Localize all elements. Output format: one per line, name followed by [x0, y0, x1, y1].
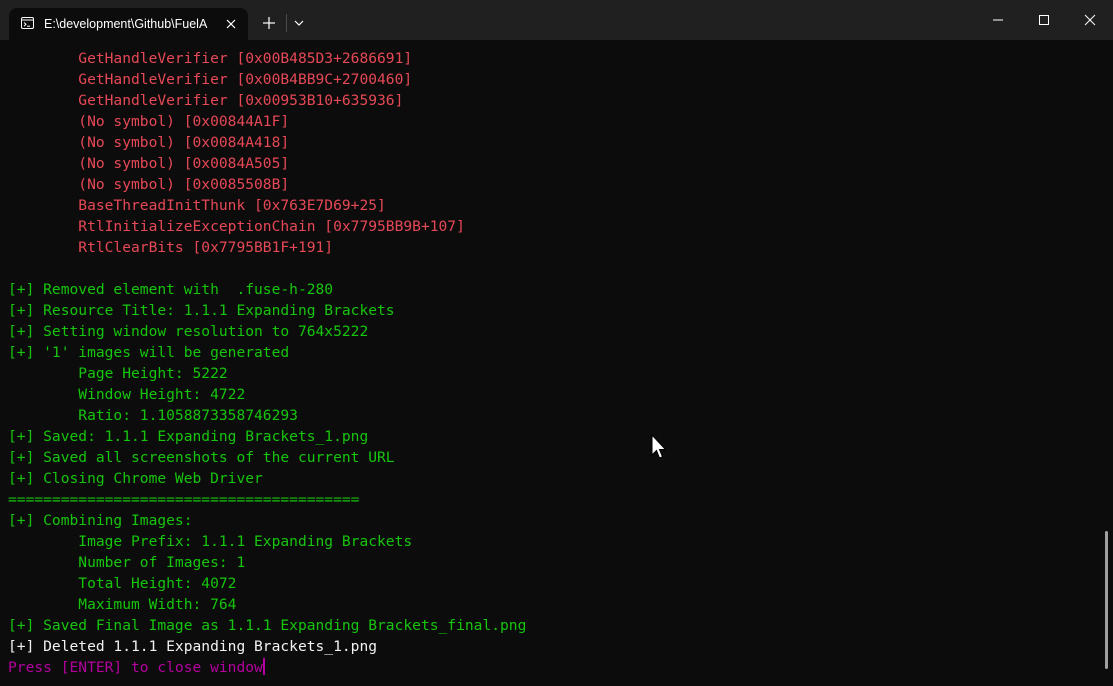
- terminal-line: [+] Resource Title: 1.1.1 Expanding Brac…: [8, 300, 1104, 321]
- minimize-icon: [993, 19, 1003, 21]
- terminal-line-text: [+] Combining Images:: [8, 512, 193, 529]
- terminal-line: [+] Closing Chrome Web Driver: [8, 468, 1104, 489]
- terminal-line-text: GetHandleVerifier [0x00953B10+635936]: [8, 92, 404, 109]
- terminal-output[interactable]: GetHandleVerifier [0x00B485D3+2686691] G…: [0, 40, 1104, 686]
- terminal-line-text: (No symbol) [0x0084A505]: [8, 155, 290, 172]
- terminal-line: Ratio: 1.1058873358746293: [8, 405, 1104, 426]
- terminal-line: [+] Saved all screenshots of the current…: [8, 447, 1104, 468]
- mouse-cursor-icon: [651, 434, 667, 459]
- tab-separator: [286, 14, 287, 32]
- terminal-line-text: Ratio: 1.1058873358746293: [8, 407, 298, 424]
- terminal-line-text: Maximum Width: 764: [8, 596, 237, 613]
- terminal-line-text: [+] Saved: 1.1.1 Expanding Brackets_1.pn…: [8, 428, 369, 445]
- terminal-line-text: ========================================: [8, 491, 360, 508]
- terminal-line: [+] Combining Images:: [8, 510, 1104, 531]
- terminal-line-text: RtlClearBits [0x7795BB1F+191]: [8, 239, 334, 256]
- text-cursor: [262, 658, 265, 675]
- terminal-line: ========================================: [8, 489, 1104, 510]
- maximize-button[interactable]: [1021, 0, 1067, 40]
- terminal-line-text: Press [ENTER] to close window: [8, 659, 263, 676]
- terminal-line: Maximum Width: 764: [8, 594, 1104, 615]
- terminal-line: Image Prefix: 1.1.1 Expanding Brackets: [8, 531, 1104, 552]
- terminal-window: E:\development\Github\FuelA GetHandleVer…: [0, 0, 1113, 686]
- terminal-line: GetHandleVerifier [0x00B485D3+2686691]: [8, 48, 1104, 69]
- chevron-down-icon[interactable]: [290, 12, 308, 34]
- terminal-line: [+] Setting window resolution to 764x522…: [8, 321, 1104, 342]
- terminal-line: GetHandleVerifier [0x00B4BB9C+2700460]: [8, 69, 1104, 90]
- close-window-button[interactable]: [1067, 0, 1113, 40]
- close-icon: [1084, 14, 1096, 26]
- terminal-line: [+] Deleted 1.1.1 Expanding Brackets_1.p…: [8, 636, 1104, 657]
- terminal-line-text: Total Height: 4072: [8, 575, 237, 592]
- terminal-line-text: Page Height: 5222: [8, 365, 228, 382]
- terminal-line: Total Height: 4072: [8, 573, 1104, 594]
- terminal-line-text: [+] Saved Final Image as 1.1.1 Expanding…: [8, 617, 527, 634]
- terminal-line: (No symbol) [0x0085508B]: [8, 174, 1104, 195]
- terminal-line: Press [ENTER] to close window: [8, 657, 1104, 678]
- terminal-line-text: [+] Deleted 1.1.1 Expanding Brackets_1.p…: [8, 638, 378, 655]
- terminal-line: Window Height: 4722: [8, 384, 1104, 405]
- scrollbar-thumb[interactable]: [1105, 531, 1108, 669]
- terminal-line-text: GetHandleVerifier [0x00B485D3+2686691]: [8, 50, 413, 67]
- terminal-line-text: [+] Setting window resolution to 764x522…: [8, 323, 369, 340]
- terminal-line-text: BaseThreadInitThunk [0x763E7D69+25]: [8, 197, 386, 214]
- title-bar[interactable]: E:\development\Github\FuelA: [0, 0, 1113, 40]
- terminal-line: [+] Removed element with .fuse-h-280: [8, 279, 1104, 300]
- tab-close-icon[interactable]: [223, 16, 239, 32]
- terminal-line: [+] Saved Final Image as 1.1.1 Expanding…: [8, 615, 1104, 636]
- terminal-line: [+] '1' images will be generated: [8, 342, 1104, 363]
- new-tab-plus-icon[interactable]: [256, 12, 282, 34]
- terminal-line-text: [+] Saved all screenshots of the current…: [8, 449, 395, 466]
- terminal-line-text: Window Height: 4722: [8, 386, 246, 403]
- terminal-line-text: (No symbol) [0x0084A418]: [8, 134, 290, 151]
- terminal-line-text: RtlInitializeExceptionChain [0x7795BB9B+…: [8, 218, 465, 235]
- terminal-line-text: Image Prefix: 1.1.1 Expanding Brackets: [8, 533, 413, 550]
- terminal-line: (No symbol) [0x0084A418]: [8, 132, 1104, 153]
- terminal-icon: [21, 17, 34, 29]
- terminal-line: Page Height: 5222: [8, 363, 1104, 384]
- terminal-line: GetHandleVerifier [0x00953B10+635936]: [8, 90, 1104, 111]
- terminal-line: [+] Saved: 1.1.1 Expanding Brackets_1.pn…: [8, 426, 1104, 447]
- terminal-line: RtlInitializeExceptionChain [0x7795BB9B+…: [8, 216, 1104, 237]
- terminal-line-text: [+] Resource Title: 1.1.1 Expanding Brac…: [8, 302, 395, 319]
- terminal-line: Number of Images: 1: [8, 552, 1104, 573]
- terminal-line-text: [+] '1' images will be generated: [8, 344, 290, 361]
- terminal-line-text: Number of Images: 1: [8, 554, 246, 571]
- terminal-line: (No symbol) [0x0084A505]: [8, 153, 1104, 174]
- terminal-line-text: (No symbol) [0x00844A1F]: [8, 113, 290, 130]
- terminal-line-text: GetHandleVerifier [0x00B4BB9C+2700460]: [8, 71, 413, 88]
- terminal-line-text: [+] Closing Chrome Web Driver: [8, 470, 263, 487]
- maximize-icon: [1039, 15, 1049, 25]
- tab-title: E:\development\Github\FuelA: [44, 17, 208, 31]
- terminal-line: RtlClearBits [0x7795BB1F+191]: [8, 237, 1104, 258]
- terminal-line-text: (No symbol) [0x0085508B]: [8, 176, 290, 193]
- terminal-line: BaseThreadInitThunk [0x763E7D69+25]: [8, 195, 1104, 216]
- tab-active[interactable]: E:\development\Github\FuelA: [9, 8, 248, 40]
- minimize-button[interactable]: [975, 0, 1021, 40]
- terminal-line-text: [+] Removed element with .fuse-h-280: [8, 281, 334, 298]
- terminal-line: (No symbol) [0x00844A1F]: [8, 111, 1104, 132]
